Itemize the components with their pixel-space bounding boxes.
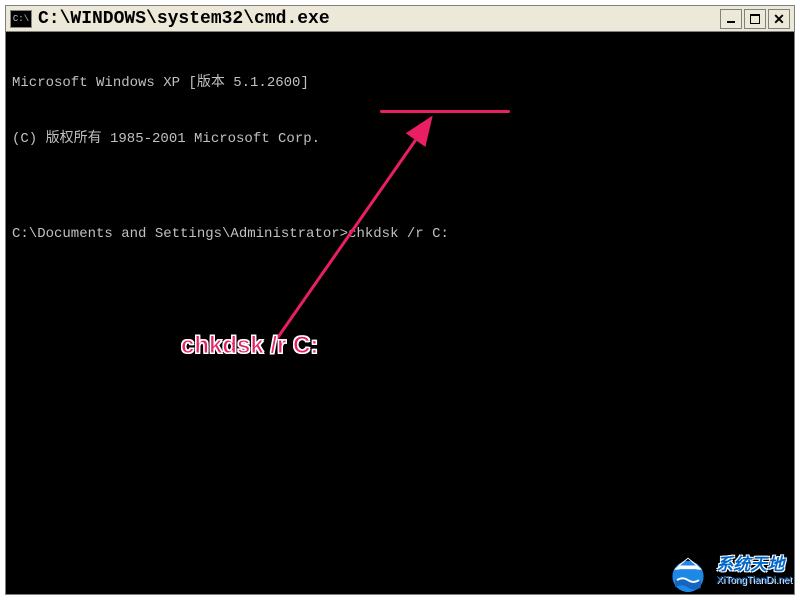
terminal-command: chkdsk /r C: [348,226,449,242]
annotation-label: chkdsk /r C: [181,330,318,362]
terminal-prompt-line: C:\Documents and Settings\Administrator>… [12,225,788,244]
watermark-main-text: 系统天地 [716,556,792,575]
window-title: C:\WINDOWS\system32\cmd.exe [38,9,720,29]
minimize-button[interactable] [720,9,742,29]
maximize-button[interactable] [744,9,766,29]
cmd-icon: C:\ [10,10,32,28]
watermark-logo-icon [666,549,710,593]
window-controls: ✕ [720,9,790,29]
minimize-icon [727,21,735,23]
watermark-text: 系统天地 XiTongTianDi.net [716,556,792,586]
cmd-window: C:\ C:\WINDOWS\system32\cmd.exe ✕ Micros… [5,5,795,595]
close-icon: ✕ [773,12,785,26]
close-button[interactable]: ✕ [768,9,790,29]
terminal-area[interactable]: Microsoft Windows XP [版本 5.1.2600] (C) 版… [6,32,794,594]
watermark: 系统天地 XiTongTianDi.net [666,549,792,593]
terminal-line-copyright: (C) 版权所有 1985-2001 Microsoft Corp. [12,130,788,149]
annotation-underline [380,110,510,113]
maximize-icon [750,14,760,24]
watermark-sub-text: XiTongTianDi.net [716,575,792,586]
terminal-line-header: Microsoft Windows XP [版本 5.1.2600] [12,74,788,93]
terminal-prompt: C:\Documents and Settings\Administrator> [12,226,348,242]
titlebar[interactable]: C:\ C:\WINDOWS\system32\cmd.exe ✕ [6,6,794,32]
